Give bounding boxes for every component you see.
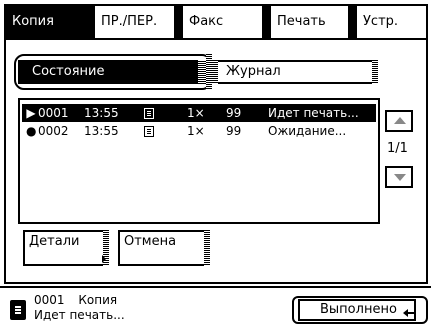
- done-button-label: Выполнено: [320, 302, 397, 317]
- document-icon: [144, 126, 154, 137]
- job-number: 0002: [38, 124, 69, 138]
- journal-button-label: Журнал: [226, 64, 281, 79]
- job-time: 13:55: [84, 106, 119, 120]
- tab-device[interactable]: Устр.: [350, 4, 428, 40]
- status-button-label: Состояние: [32, 64, 105, 79]
- document-icon: [144, 108, 154, 119]
- tab-fax-label: Факс: [189, 14, 224, 29]
- tab-print[interactable]: Печать: [264, 4, 350, 40]
- job-copies: 1×: [187, 124, 205, 138]
- job-pages: 99: [226, 124, 242, 138]
- footer-job-status: Идет печать...: [34, 308, 125, 322]
- job-row[interactable]: ● 0002 13:55 1× 99 Ожидание...: [22, 122, 376, 140]
- details-button-label: Детали: [29, 234, 80, 249]
- scroll-down-button[interactable]: [385, 166, 413, 188]
- job-list: ▶ 0001 13:55 1× 99 Идет печать... ● 0002…: [18, 98, 380, 224]
- journal-button[interactable]: Журнал: [212, 60, 378, 84]
- tab-shade: [90, 6, 95, 38]
- arrow-up-icon: [394, 117, 406, 124]
- scroll-up-button[interactable]: [385, 110, 413, 132]
- submenu-arrow-icon: [102, 255, 106, 263]
- copier-status-screen: Копия ПР./ПЕР. Факс Печать Устр. Состоян…: [0, 0, 431, 329]
- arrow-down-icon: [394, 174, 406, 181]
- tab-copy-label: Копия: [12, 14, 54, 29]
- tab-send-receive[interactable]: ПР./ПЕР.: [88, 4, 176, 40]
- tab-device-label: Устр.: [363, 14, 399, 29]
- job-row[interactable]: ▶ 0001 13:55 1× 99 Идет печать...: [22, 104, 376, 122]
- job-number: 0001: [38, 106, 69, 120]
- job-pages: 99: [226, 106, 242, 120]
- tab-fax[interactable]: Факс: [176, 4, 264, 40]
- job-time: 13:55: [84, 124, 119, 138]
- job-copies: 1×: [187, 106, 205, 120]
- done-button[interactable]: Выполнено: [298, 299, 416, 321]
- waiting-dot-icon: ●: [26, 124, 37, 138]
- footer-job-info: 0001 Копия Идет печать...: [34, 293, 125, 323]
- footer-job-number: 0001: [34, 293, 65, 307]
- details-button[interactable]: Детали: [23, 230, 109, 266]
- cancel-button[interactable]: Отмена: [118, 230, 210, 266]
- footer-job-type: Копия: [78, 293, 118, 307]
- status-button[interactable]: Состояние: [18, 60, 206, 84]
- tab-shade: [178, 6, 183, 38]
- tab-copy[interactable]: Копия: [4, 4, 88, 40]
- job-status: Идет печать...: [268, 106, 359, 120]
- job-status: Ожидание...: [268, 124, 347, 138]
- tab-send-receive-label: ПР./ПЕР.: [101, 14, 158, 29]
- tab-shade: [266, 6, 271, 38]
- tab-print-label: Печать: [277, 14, 326, 29]
- footer-divider: [0, 286, 431, 288]
- job-document-icon: [10, 300, 26, 320]
- tab-bar: Копия ПР./ПЕР. Факс Печать Устр.: [4, 4, 428, 40]
- page-indicator: 1/1: [387, 141, 408, 156]
- tab-shade: [352, 6, 357, 38]
- play-icon: ▶: [26, 106, 36, 120]
- enter-icon: [403, 304, 416, 317]
- cancel-button-label: Отмена: [124, 234, 177, 249]
